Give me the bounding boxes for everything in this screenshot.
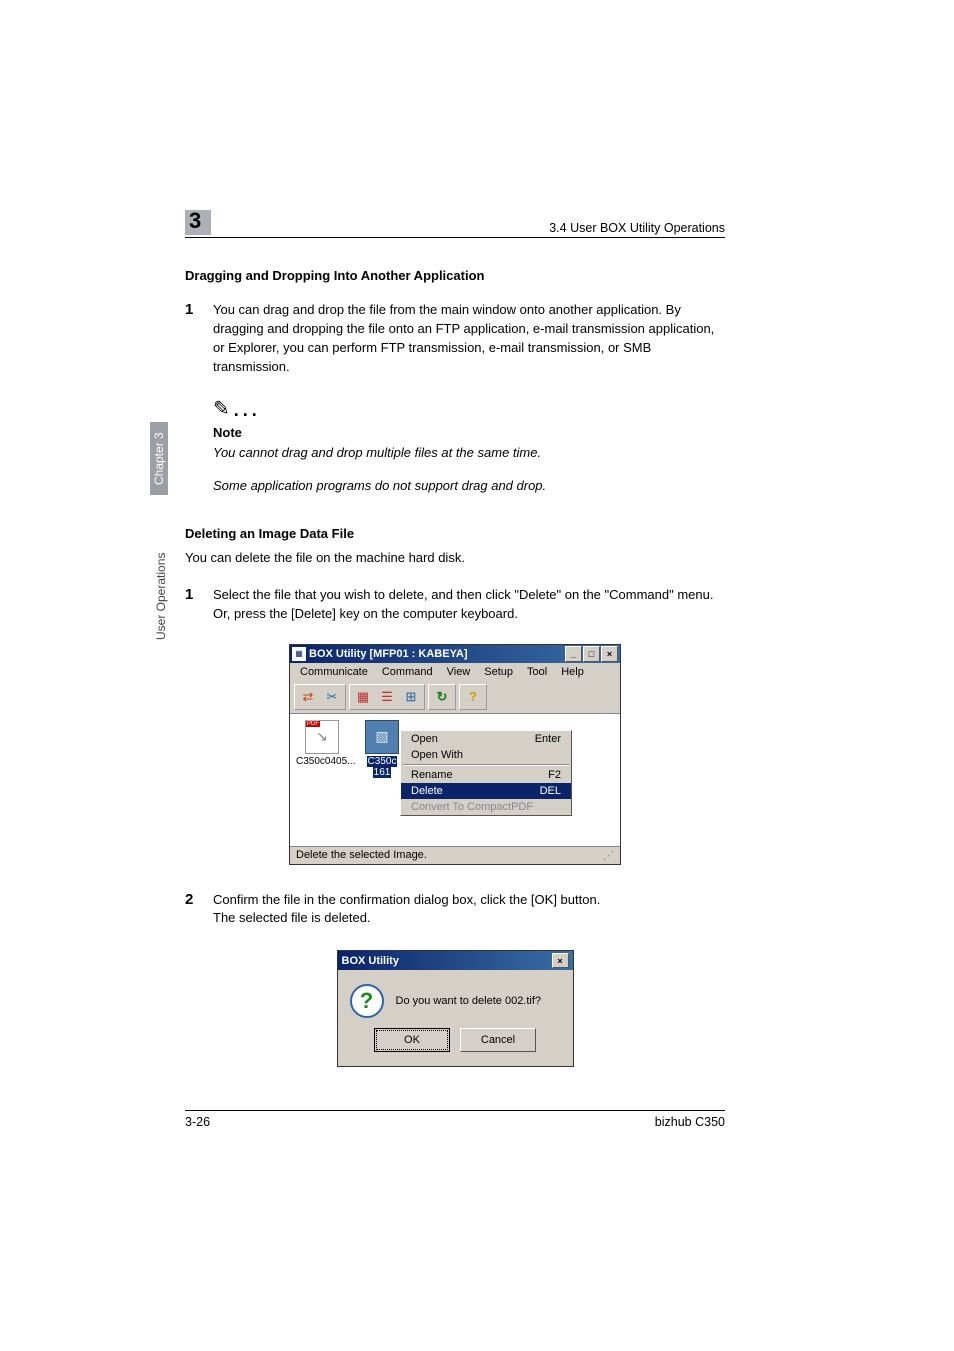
file-list-area[interactable]: PDF ↘ C350c0405... ▧ C350c 161	[290, 714, 620, 846]
file-item[interactable]: PDF ↘ C350c0405...	[296, 720, 348, 767]
note-block: ✎... Note You cannot drag and drop multi…	[213, 396, 725, 496]
menu-help[interactable]: Help	[555, 665, 590, 679]
note-text-1: You cannot drag and drop multiple files …	[213, 444, 725, 463]
menu-item-convert: Convert To CompactPDF	[401, 799, 571, 815]
dialog-title-text: BOX Utility	[342, 955, 399, 967]
section-heading-drag: Dragging and Dropping Into Another Appli…	[185, 268, 725, 283]
step-text: Select the file that you wish to delete,…	[213, 586, 725, 624]
dialog-close-button[interactable]: ×	[552, 953, 569, 968]
step-number: 2	[185, 891, 213, 929]
maximize-button[interactable]: □	[583, 646, 600, 662]
step-line: Or, press the [Delete] key on the comput…	[213, 606, 518, 621]
model-label: bizhub C350	[655, 1115, 725, 1129]
pdf-file-icon: PDF ↘	[305, 720, 339, 754]
dialog-titlebar[interactable]: BOX Utility ×	[338, 951, 573, 970]
menu-command[interactable]: Command	[376, 665, 439, 679]
refresh-icon[interactable]: ↻	[431, 687, 453, 707]
menu-item-rename[interactable]: Rename F2	[401, 767, 571, 783]
chapter-number: 3	[189, 208, 201, 233]
menu-tool[interactable]: Tool	[521, 665, 553, 679]
menu-item-open[interactable]: Open Enter	[401, 731, 571, 747]
shortcut-label: Enter	[535, 733, 561, 745]
dialog-message: Do you want to delete 002.tif?	[396, 995, 542, 1007]
page-footer: 3-26 bizhub C350	[185, 1110, 725, 1129]
box-utility-window: ▦ BOX Utility [MFP01 : KABEYA] _ □ × Com…	[289, 644, 621, 865]
breadcrumb: 3.4 User BOX Utility Operations	[549, 221, 725, 235]
note-label: Note	[213, 425, 725, 440]
menu-view[interactable]: View	[441, 665, 477, 679]
titlebar[interactable]: ▦ BOX Utility [MFP01 : KABEYA] _ □ ×	[290, 645, 620, 663]
cancel-button[interactable]: Cancel	[460, 1028, 536, 1052]
step-text: You can drag and drop the file from the …	[213, 301, 725, 376]
resize-grip-icon[interactable]: ⋰	[603, 849, 614, 862]
details-icon[interactable]: ⊞	[400, 687, 422, 707]
cut-icon[interactable]: ✂	[321, 687, 343, 707]
statusbar: Delete the selected Image. ⋰	[290, 846, 620, 864]
menubar: Communicate Command View Setup Tool Help	[290, 663, 620, 681]
chapter-badge: 3	[185, 210, 211, 235]
file-label: C350c0405...	[296, 756, 348, 767]
sidebar-chapter-chip: Chapter 3	[150, 422, 168, 495]
menu-item-delete[interactable]: Delete DEL	[401, 783, 571, 799]
note-text-2: Some application programs do not support…	[213, 477, 725, 496]
page-number: 3-26	[185, 1115, 210, 1129]
window-title: BOX Utility [MFP01 : KABEYA]	[309, 648, 565, 660]
image-file-icon: ▧	[365, 720, 399, 754]
step-text: Confirm the file in the confirmation dia…	[213, 891, 725, 929]
menu-communicate[interactable]: Communicate	[294, 665, 374, 679]
note-icon: ✎	[213, 396, 230, 421]
sidebar: User Operations Chapter 3	[140, 420, 160, 660]
status-text: Delete the selected Image.	[296, 849, 427, 862]
help-icon[interactable]: ?	[462, 687, 484, 707]
file-label-selected: 161	[373, 767, 392, 778]
step-number: 1	[185, 301, 213, 376]
confirm-dialog: BOX Utility × ? Do you want to delete 00…	[337, 950, 574, 1067]
step-line: The selected file is deleted.	[213, 910, 371, 925]
close-button[interactable]: ×	[601, 646, 618, 662]
file-label-selected: C350c	[367, 756, 398, 767]
step-number: 1	[185, 586, 213, 624]
step-line: Confirm the file in the confirmation dia…	[213, 892, 600, 907]
page-header: 3 3.4 User BOX Utility Operations	[185, 210, 725, 238]
large-icons-icon[interactable]: ▦	[352, 687, 374, 707]
context-menu: Open Enter Open With Rename F2 Delete DE…	[400, 730, 572, 816]
question-icon: ?	[350, 984, 384, 1018]
section-heading-delete: Deleting an Image Data File	[185, 526, 725, 541]
toolbar: ⇄ ✂ ▦ ☰ ⊞ ↻ ?	[290, 681, 620, 714]
step-line: Select the file that you wish to delete,…	[213, 587, 713, 602]
ok-button[interactable]: OK	[374, 1028, 450, 1052]
app-icon: ▦	[292, 647, 306, 661]
menu-item-open-with[interactable]: Open With	[401, 747, 571, 763]
menu-setup[interactable]: Setup	[478, 665, 519, 679]
note-dots-icon: ...	[234, 400, 261, 420]
shortcut-label: F2	[548, 769, 561, 781]
receive-icon[interactable]: ⇄	[297, 687, 319, 707]
shortcut-label: DEL	[540, 785, 561, 797]
section-intro: You can delete the file on the machine h…	[185, 549, 725, 568]
sidebar-section-label: User Operations	[154, 553, 168, 640]
list-icon[interactable]: ☰	[376, 687, 398, 707]
minimize-button[interactable]: _	[565, 646, 582, 662]
